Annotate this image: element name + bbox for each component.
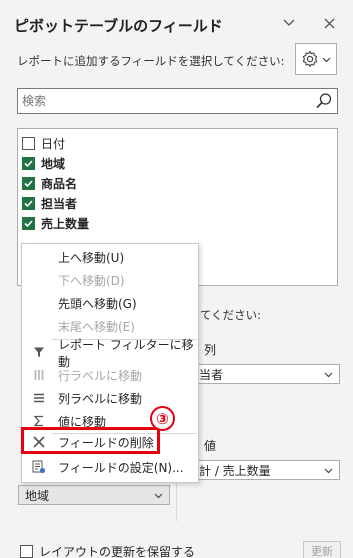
- defer-update-option[interactable]: レイアウトの更新を保留する: [20, 543, 195, 558]
- field-label: 担当者: [41, 196, 78, 211]
- search-input[interactable]: [22, 92, 312, 110]
- menu-move-up[interactable]: 上へ移動(U): [22, 246, 198, 269]
- field-item-region[interactable]: 地域: [22, 153, 65, 173]
- values-field-dropdown[interactable]: 合計 / 売上数量: [180, 460, 340, 480]
- panel-title: ピボットテーブルのフィールド: [14, 17, 223, 35]
- field-item-date[interactable]: 日付: [22, 133, 65, 153]
- columns-icon: [32, 391, 46, 405]
- check-icon: [24, 219, 33, 227]
- filter-icon: [32, 345, 46, 359]
- settings-button[interactable]: [295, 43, 337, 75]
- update-button[interactable]: 更新: [303, 541, 341, 558]
- sigma-icon: [32, 414, 46, 428]
- menu-move-to-row-labels[interactable]: 行ラベルに移動: [22, 364, 198, 387]
- checkbox[interactable]: [22, 196, 35, 210]
- check-icon: [24, 199, 33, 207]
- field-label: 地域: [41, 156, 66, 171]
- gear-icon: [302, 50, 318, 68]
- search-box: [17, 88, 338, 114]
- panel-subtitle: レポートに追加するフィールドを選択してください:: [17, 54, 285, 68]
- field-label: 日付: [41, 136, 66, 151]
- values-area-label: 値: [204, 439, 217, 453]
- defer-update-label: レイアウトの更新を保留する: [39, 545, 196, 558]
- check-icon: [24, 159, 33, 167]
- chevron-down-icon: [324, 372, 333, 377]
- values-field-value: 合計 / 売上数量: [187, 463, 271, 478]
- field-item-salesperson[interactable]: 担当者: [22, 193, 77, 213]
- collapse-button[interactable]: [280, 14, 298, 32]
- close-button[interactable]: [320, 14, 338, 32]
- checkbox[interactable]: [22, 216, 35, 230]
- checkbox[interactable]: [22, 176, 35, 190]
- rows-field-dropdown[interactable]: 地域: [18, 485, 170, 505]
- field-item-quantity[interactable]: 売上数量: [22, 213, 89, 233]
- chevron-down-icon: [154, 493, 163, 498]
- highlight-box: [21, 427, 160, 454]
- checkbox[interactable]: [22, 156, 35, 170]
- check-icon: [24, 179, 33, 187]
- chevron-down-icon: [322, 57, 331, 62]
- menu-move-down[interactable]: 下へ移動(D): [22, 269, 198, 292]
- field-settings-icon: [32, 460, 46, 474]
- areas-hint: てください:: [200, 308, 262, 322]
- field-label: 商品名: [41, 176, 78, 191]
- rows-icon: [32, 368, 46, 382]
- step-badge: ③: [150, 406, 175, 431]
- menu-move-to-column-labels[interactable]: 列ラベルに移動: [22, 387, 198, 410]
- checkbox[interactable]: [20, 545, 33, 558]
- checkbox[interactable]: [22, 136, 35, 150]
- chevron-down-icon: [324, 468, 333, 473]
- menu-move-to-report-filter[interactable]: レポート フィルターに移動: [22, 338, 198, 369]
- menu-field-settings[interactable]: フィールドの設定(N)...: [22, 456, 198, 479]
- search-icon[interactable]: [315, 92, 333, 113]
- menu-move-to-top[interactable]: 先頭へ移動(G): [22, 292, 198, 315]
- columns-field-dropdown[interactable]: 担当者: [180, 364, 340, 384]
- rows-field-value: 地域: [25, 488, 50, 503]
- columns-area-label: 列: [204, 343, 217, 357]
- field-item-product[interactable]: 商品名: [22, 173, 77, 193]
- close-icon: [324, 18, 334, 28]
- chevron-down-icon: [283, 19, 295, 26]
- field-label: 売上数量: [41, 216, 90, 231]
